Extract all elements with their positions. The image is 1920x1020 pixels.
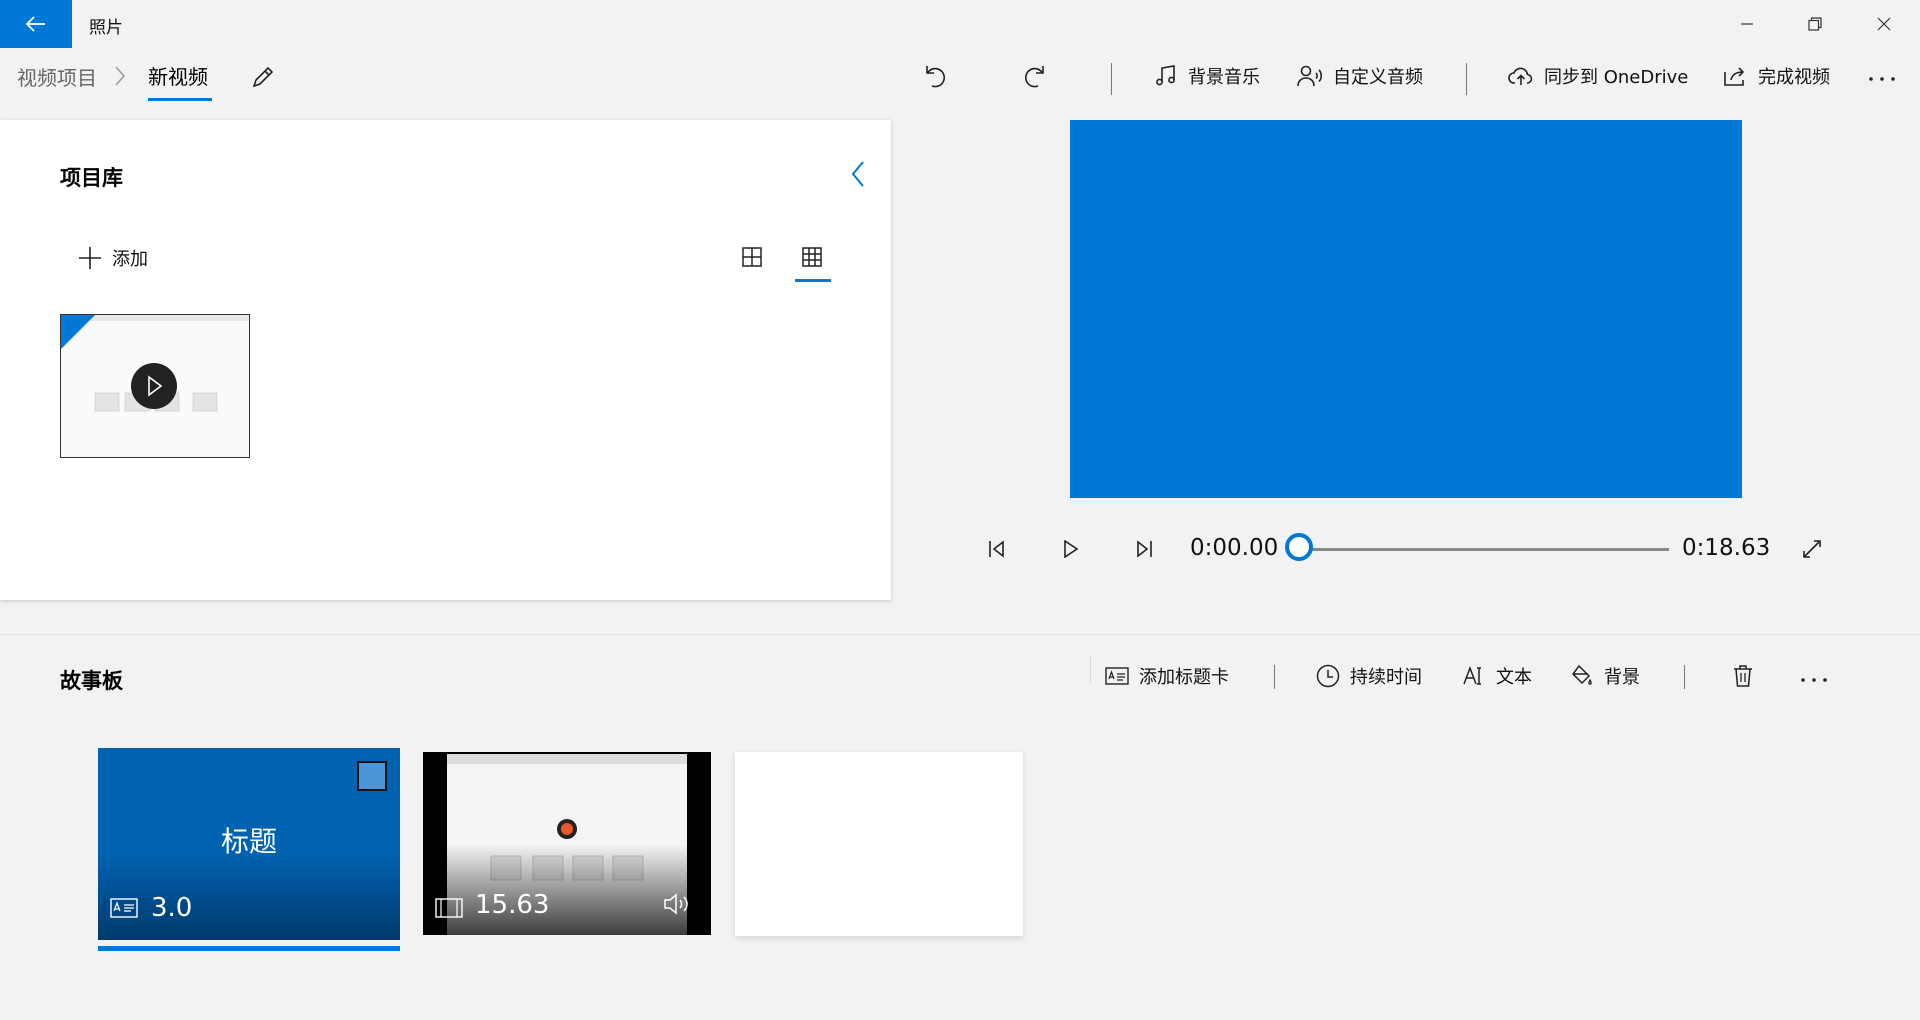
restore-icon bbox=[1808, 17, 1822, 31]
person-audio-icon bbox=[1297, 64, 1323, 88]
storyboard-title: 故事板 bbox=[60, 669, 123, 693]
rename-pencil-icon[interactable] bbox=[250, 64, 276, 90]
title-card-duration: 3.0 bbox=[151, 893, 193, 923]
text-button[interactable]: 文本 bbox=[1462, 663, 1532, 689]
app-title: 照片 bbox=[89, 18, 123, 38]
undo-button[interactable] bbox=[921, 63, 947, 89]
breadcrumb-underline bbox=[148, 98, 212, 101]
finish-video-button[interactable]: 完成视频 bbox=[1722, 63, 1830, 89]
ellipsis-icon bbox=[1868, 76, 1896, 82]
current-time: 0:00.00 bbox=[1190, 535, 1279, 561]
plus-icon bbox=[78, 246, 102, 270]
close-icon bbox=[1877, 17, 1891, 31]
custom-audio-button[interactable]: 自定义音频 bbox=[1297, 63, 1423, 89]
storyboard-more-button[interactable] bbox=[1800, 677, 1828, 683]
storyboard-separator bbox=[1274, 665, 1275, 689]
add-media-button[interactable]: 添加 bbox=[78, 245, 148, 271]
card-gradient bbox=[423, 844, 711, 935]
share-icon bbox=[1722, 65, 1748, 87]
view-small-grid-button[interactable] bbox=[802, 247, 822, 267]
duration-button[interactable]: 持续时间 bbox=[1316, 663, 1422, 689]
toolbar-divider bbox=[1466, 63, 1467, 95]
step-forward-icon bbox=[1135, 540, 1153, 558]
title-card-icon bbox=[1105, 667, 1129, 685]
duration-label: 持续时间 bbox=[1350, 667, 1422, 688]
add-media-label: 添加 bbox=[112, 249, 148, 270]
storyboard-card-empty[interactable] bbox=[735, 752, 1023, 936]
next-frame-button[interactable] bbox=[1135, 540, 1153, 558]
chevron-right-icon bbox=[114, 66, 126, 86]
background-music-label: 背景音乐 bbox=[1188, 67, 1260, 88]
delete-button[interactable] bbox=[1733, 664, 1753, 688]
text-label: 文本 bbox=[1496, 667, 1532, 688]
total-time: 0:18.63 bbox=[1682, 535, 1771, 561]
seek-thumb[interactable] bbox=[1285, 533, 1313, 561]
chevron-left-icon bbox=[851, 161, 865, 187]
storyboard-action-divider bbox=[1090, 655, 1091, 683]
card-select-checkbox[interactable] bbox=[357, 761, 387, 791]
minimize-icon bbox=[1740, 17, 1754, 31]
storyboard-separator bbox=[1684, 665, 1685, 689]
collapse-library-button[interactable] bbox=[851, 161, 865, 187]
background-music-button[interactable]: 背景音乐 bbox=[1154, 63, 1260, 89]
breadcrumb-video-projects[interactable]: 视频项目 bbox=[17, 62, 97, 91]
play-button[interactable] bbox=[1063, 540, 1079, 558]
breadcrumb-current-video: 新视频 bbox=[148, 65, 208, 89]
paint-bucket-icon bbox=[1570, 664, 1594, 688]
storyboard-divider bbox=[0, 634, 1920, 635]
add-title-card-label: 添加标题卡 bbox=[1139, 667, 1229, 688]
trash-icon bbox=[1733, 664, 1753, 688]
step-back-icon bbox=[988, 540, 1006, 558]
back-button[interactable] bbox=[0, 0, 72, 48]
seek-track[interactable] bbox=[1307, 548, 1669, 551]
toolbar-divider bbox=[1111, 63, 1112, 95]
storyboard-card-title[interactable]: 标题 3.0 bbox=[98, 748, 400, 940]
redo-button[interactable] bbox=[1023, 63, 1049, 89]
more-options-button[interactable] bbox=[1868, 76, 1896, 82]
library-title: 项目库 bbox=[60, 166, 123, 190]
custom-audio-label: 自定义音频 bbox=[1333, 67, 1423, 88]
play-icon bbox=[1063, 540, 1079, 558]
view-large-grid-button[interactable] bbox=[742, 247, 762, 267]
cloud-upload-icon bbox=[1508, 65, 1534, 87]
title-card-icon bbox=[110, 898, 138, 918]
background-button[interactable]: 背景 bbox=[1570, 663, 1640, 689]
play-icon bbox=[147, 375, 163, 397]
redo-icon bbox=[1023, 63, 1049, 89]
minimize-button[interactable] bbox=[1713, 0, 1781, 48]
clock-icon bbox=[1316, 664, 1340, 688]
card-selected-indicator bbox=[98, 946, 400, 951]
undo-icon bbox=[921, 63, 947, 89]
play-overlay bbox=[131, 363, 177, 409]
previous-frame-button[interactable] bbox=[988, 540, 1006, 558]
film-icon bbox=[435, 898, 463, 918]
sync-onedrive-button[interactable]: 同步到 OneDrive bbox=[1508, 63, 1688, 89]
library-media-thumbnail[interactable] bbox=[60, 314, 250, 458]
background-label: 背景 bbox=[1604, 667, 1640, 688]
video-preview bbox=[1070, 120, 1742, 498]
ellipsis-icon bbox=[1800, 677, 1828, 683]
selected-view-indicator bbox=[795, 279, 831, 282]
video-card-duration: 15.63 bbox=[475, 890, 550, 920]
speaker-icon[interactable] bbox=[663, 892, 695, 916]
storyboard-card-video[interactable]: 15.63 bbox=[423, 752, 711, 935]
sync-onedrive-label: 同步到 OneDrive bbox=[1544, 67, 1689, 88]
finish-video-label: 完成视频 bbox=[1758, 67, 1830, 88]
music-note-icon bbox=[1154, 64, 1178, 88]
grid-large-icon bbox=[742, 247, 762, 267]
close-button[interactable] bbox=[1850, 0, 1918, 48]
restore-button[interactable] bbox=[1781, 0, 1849, 48]
add-title-card-button[interactable]: 添加标题卡 bbox=[1105, 663, 1229, 689]
text-icon bbox=[1462, 664, 1486, 688]
fullscreen-button[interactable] bbox=[1802, 539, 1822, 559]
arrow-left-icon bbox=[26, 16, 46, 32]
grid-small-icon bbox=[802, 247, 822, 267]
title-card-text: 标题 bbox=[220, 825, 277, 858]
expand-icon bbox=[1802, 539, 1822, 559]
